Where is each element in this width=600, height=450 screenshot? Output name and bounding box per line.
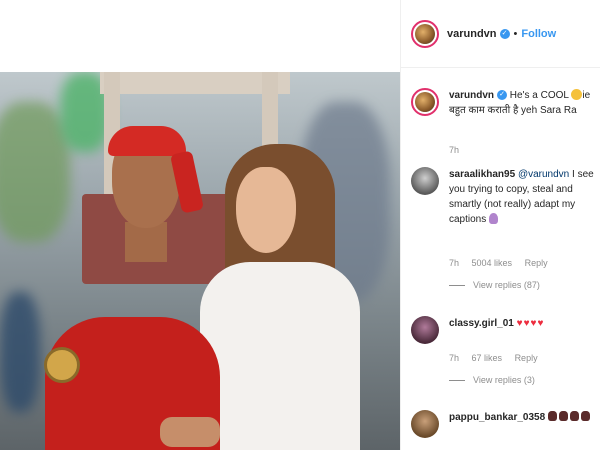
photo-badge <box>44 347 80 383</box>
view-replies-label: View replies (87) <box>473 280 540 290</box>
comment-username[interactable]: saraalikhan95 <box>449 169 515 180</box>
replies-line <box>449 380 465 382</box>
photo-woman-dress <box>200 262 360 450</box>
commenter-avatar[interactable] <box>411 316 439 344</box>
photo-woman-face <box>236 167 296 253</box>
comment-item: pappu_bankar_0358 <box>411 410 597 438</box>
photo-hands <box>160 417 220 447</box>
comment-username[interactable]: classy.girl_01 <box>449 318 514 329</box>
comment-item: classy.girl_01 ♥♥♥♥ <box>411 316 597 344</box>
post-photo-pane <box>0 0 400 450</box>
comment-likes[interactable]: 5004 likes <box>472 258 513 268</box>
caption: varundvn ✓ He's a COOL ie बहुत काम कराती … <box>411 88 597 118</box>
view-replies-button[interactable]: View replies (87) <box>449 280 540 290</box>
commenter-avatar[interactable] <box>411 410 439 438</box>
verified-badge-icon: ✓ <box>499 28 510 39</box>
comment-meta: 7h 5004 likes Reply <box>449 258 558 268</box>
comment-meta: 7h 67 likes Reply <box>449 353 548 363</box>
hearts-emoji-icon: ♥♥♥♥ <box>516 318 545 329</box>
caption-time[interactable]: 7h <box>449 145 459 155</box>
post-photo[interactable] <box>0 72 400 450</box>
caption-meta: 7h <box>449 145 469 155</box>
caption-username[interactable]: varundvn <box>449 90 494 101</box>
comment-username[interactable]: pappu_bankar_0358 <box>449 412 545 423</box>
photo-background-bag <box>0 292 40 412</box>
reply-button[interactable]: Reply <box>525 258 548 268</box>
post-header: varundvn ✓ • Follow <box>401 0 600 68</box>
photo-bandana <box>108 126 186 156</box>
avatar-image <box>415 23 435 44</box>
post-sidebar: varundvn ✓ • Follow varundvn ✓ He's a COO… <box>400 0 600 450</box>
caption-text: He's a COOL <box>509 90 572 101</box>
follow-button[interactable]: Follow <box>521 28 556 40</box>
replies-line <box>449 285 465 287</box>
comment-likes[interactable]: 67 likes <box>472 353 503 363</box>
verified-badge-icon: ✓ <box>497 90 508 101</box>
separator-dot: • <box>513 27 518 40</box>
person-emoji-icon <box>489 213 499 224</box>
view-replies-button[interactable]: View replies (3) <box>449 375 535 385</box>
cool-face-emoji-icon <box>571 89 583 100</box>
caption-avatar[interactable] <box>411 88 439 116</box>
comment-item: saraalikhan95 @varundvn I see you trying… <box>411 167 597 227</box>
skull-emoji-icon <box>547 411 592 423</box>
photo-man-neck <box>125 222 167 262</box>
owner-username[interactable]: varundvn <box>447 28 497 40</box>
comment-mention[interactable]: @varundvn <box>518 169 569 180</box>
commenter-avatar[interactable] <box>411 167 439 195</box>
reply-button[interactable]: Reply <box>515 353 538 363</box>
comment-time[interactable]: 7h <box>449 353 459 363</box>
owner-avatar[interactable] <box>411 19 439 48</box>
view-replies-label: View replies (3) <box>473 375 535 385</box>
comment-time[interactable]: 7h <box>449 258 459 268</box>
